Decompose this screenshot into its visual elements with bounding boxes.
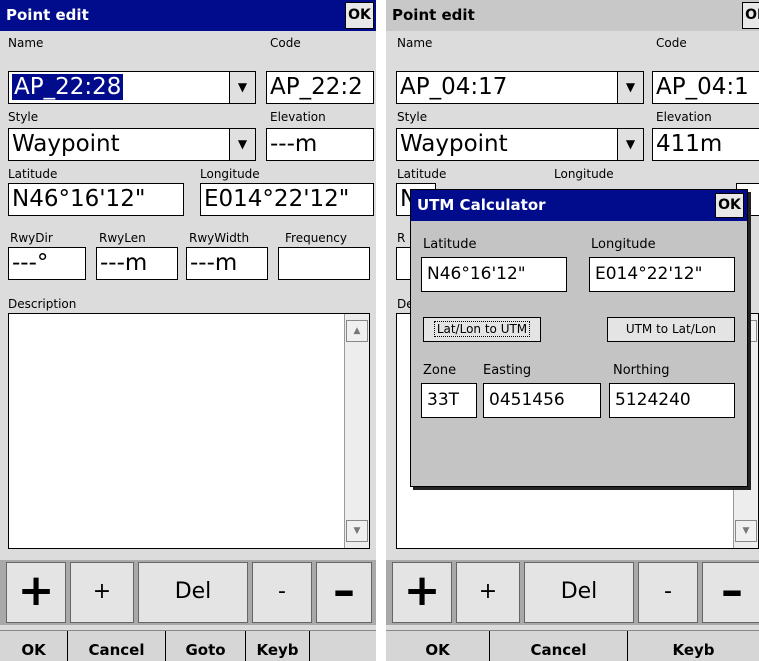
code-field[interactable]: AP_04:1 xyxy=(652,71,759,104)
utm-calculator-dialog: UTM Calculator OK Latitude Longitude N46… xyxy=(410,189,748,487)
latitude-label: Latitude xyxy=(8,167,58,181)
longitude-label: Longitude xyxy=(200,167,260,181)
easting-field[interactable]: 0451456 xyxy=(483,383,601,418)
rwydir-label: R xyxy=(397,231,406,245)
style-label: Style xyxy=(8,110,39,124)
next-button[interactable]: + xyxy=(456,562,520,623)
northing-label: Northing xyxy=(613,363,670,378)
dialog-longitude-field[interactable]: E014°22'12" xyxy=(589,257,735,292)
screen-divider xyxy=(376,0,386,661)
description-textarea[interactable]: ▲ ▼ xyxy=(8,313,370,549)
name-dropdown-button[interactable]: ▼ xyxy=(229,71,256,104)
frequency-field[interactable] xyxy=(278,247,370,280)
elevation-label: Elevation xyxy=(270,110,326,124)
ok-menu-button[interactable]: OK xyxy=(0,631,68,661)
description-scrollbar[interactable]: ▲ ▼ xyxy=(344,314,369,548)
dialog-latitude-label: Latitude xyxy=(423,237,477,252)
code-label: Code xyxy=(270,36,301,50)
style-dropdown-button[interactable]: ▼ xyxy=(617,128,644,161)
style-dropdown-button[interactable]: ▼ xyxy=(229,128,256,161)
frequency-label: Frequency xyxy=(285,231,347,245)
name-label: Name xyxy=(8,36,44,50)
latlon-to-utm-button[interactable]: Lat/Lon to UTM xyxy=(423,317,541,342)
name-value: AP_22:28 xyxy=(12,74,124,100)
prev-button[interactable]: - xyxy=(252,562,312,623)
title-ok-button[interactable]: OK xyxy=(345,2,374,29)
chevron-down-icon: ▼ xyxy=(237,137,248,151)
scroll-down-icon[interactable]: ▼ xyxy=(346,520,368,542)
name-combobox[interactable]: AP_04:17 xyxy=(396,71,620,104)
northing-field[interactable]: 5124240 xyxy=(609,383,735,418)
goto-menu-button[interactable]: Goto xyxy=(166,631,246,661)
longitude-label: Longitude xyxy=(554,167,614,181)
name-combobox[interactable]: AP_22:28 xyxy=(8,71,232,104)
prev-big-button[interactable]: – xyxy=(702,562,759,623)
prev-button[interactable]: - xyxy=(638,562,698,623)
latlon-to-utm-label: Lat/Lon to UTM xyxy=(433,321,531,337)
code-field[interactable]: AP_22:2 xyxy=(266,71,374,104)
dialog-ok-button[interactable]: OK xyxy=(715,193,744,218)
elevation-field[interactable]: ---m xyxy=(266,128,374,161)
elevation-label: Elevation xyxy=(656,110,712,124)
bottom-menu-bar: OK Cancel Goto Keyb xyxy=(0,630,376,661)
rwywidth-label: RwyWidth xyxy=(189,231,250,245)
point-edit-screen-left: Point edit OK Name Code AP_22:28 ▼ AP_22… xyxy=(0,0,376,661)
zone-field[interactable]: 33T xyxy=(421,383,477,418)
delete-button[interactable]: Del xyxy=(138,562,248,623)
utm-to-latlon-button[interactable]: UTM to Lat/Lon xyxy=(607,317,735,342)
dialog-latitude-field[interactable]: N46°16'12" xyxy=(421,257,567,292)
elevation-field[interactable]: 411m xyxy=(652,128,759,161)
title-ok-button[interactable]: OK xyxy=(742,2,759,29)
longitude-field[interactable]: E014°22'12" xyxy=(200,183,374,216)
name-label: Name xyxy=(397,36,433,50)
dialog-title: UTM Calculator xyxy=(411,190,747,221)
cancel-menu-button[interactable]: Cancel xyxy=(68,631,166,661)
style-combobox[interactable]: Waypoint xyxy=(396,128,620,161)
next-button[interactable]: + xyxy=(70,562,134,623)
scroll-up-icon[interactable]: ▲ xyxy=(346,320,368,342)
rwydir-label: RwyDir xyxy=(10,231,53,245)
latitude-field[interactable]: N46°16'12" xyxy=(8,183,184,216)
next-big-button[interactable]: + xyxy=(6,562,66,623)
window-title: Point edit xyxy=(386,0,759,31)
code-label: Code xyxy=(656,36,687,50)
window-title: Point edit xyxy=(0,0,376,31)
delete-button[interactable]: Del xyxy=(524,562,634,623)
next-big-button[interactable]: + xyxy=(392,562,452,623)
point-nav-toolbar: + + Del - – xyxy=(386,560,759,625)
ok-menu-button[interactable]: OK xyxy=(386,631,490,661)
chevron-down-icon: ▼ xyxy=(237,80,248,94)
rwylen-field[interactable]: ---m xyxy=(96,247,178,280)
easting-label: Easting xyxy=(483,363,532,378)
chevron-down-icon: ▼ xyxy=(625,137,636,151)
rwydir-field[interactable]: ---° xyxy=(8,247,86,280)
cancel-menu-button[interactable]: Cancel xyxy=(490,631,628,661)
style-label: Style xyxy=(397,110,428,124)
style-combobox[interactable]: Waypoint xyxy=(8,128,232,161)
name-dropdown-button[interactable]: ▼ xyxy=(617,71,644,104)
point-nav-toolbar: + + Del - – xyxy=(0,560,376,625)
zone-label: Zone xyxy=(423,363,457,378)
keyb-menu-button[interactable]: Keyb xyxy=(628,631,759,661)
bottom-menu-bar: OK Cancel Keyb xyxy=(386,630,759,661)
keyb-menu-button[interactable]: Keyb xyxy=(246,631,310,661)
chevron-down-icon: ▼ xyxy=(625,80,636,94)
rwylen-label: RwyLen xyxy=(99,231,146,245)
rwywidth-field[interactable]: ---m xyxy=(186,247,268,280)
prev-big-button[interactable]: – xyxy=(316,562,372,623)
latitude-label: Latitude xyxy=(397,167,447,181)
description-label: Description xyxy=(8,297,77,311)
scroll-down-icon[interactable]: ▼ xyxy=(735,520,757,542)
dialog-longitude-label: Longitude xyxy=(591,237,656,252)
